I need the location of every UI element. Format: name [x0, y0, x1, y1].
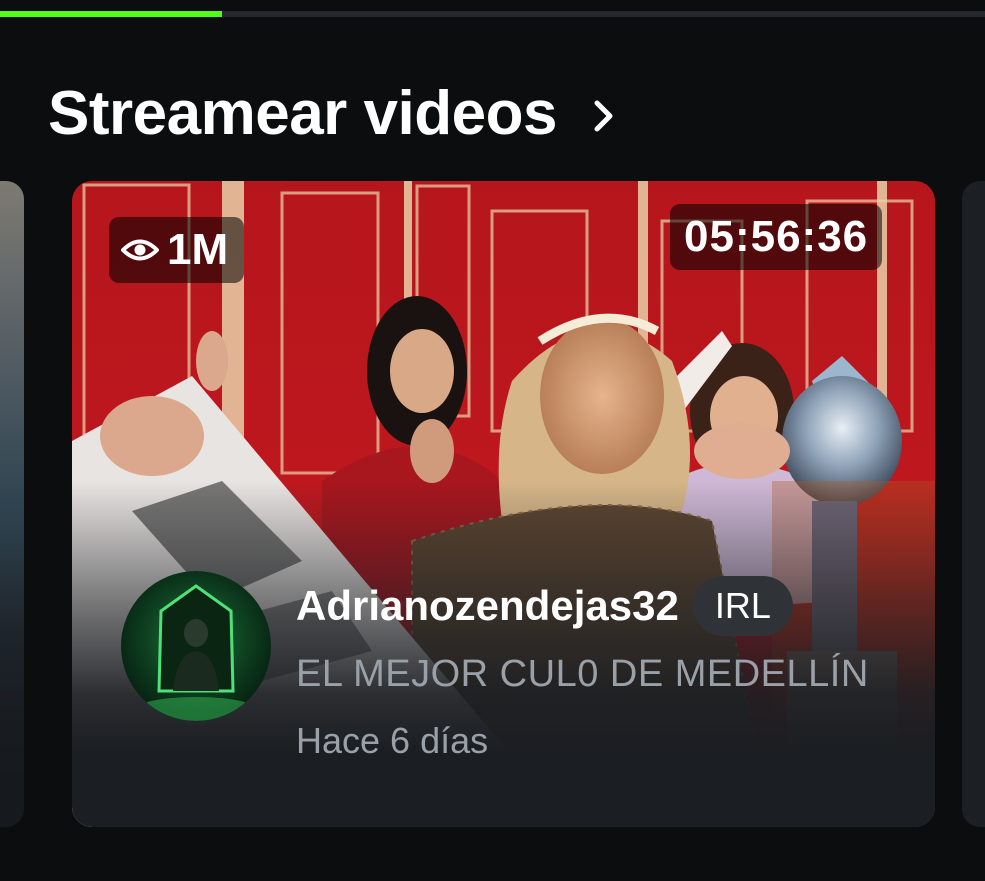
chevron-right-icon[interactable]	[593, 99, 615, 133]
views-count: 1M	[167, 225, 229, 274]
previous-card-fade	[0, 536, 24, 827]
next-video-card[interactable]	[962, 181, 985, 827]
section-header[interactable]: Streamear videos	[48, 78, 615, 150]
previous-video-card[interactable]	[0, 181, 24, 827]
top-progress-fill	[0, 11, 222, 17]
avatar-image	[121, 571, 271, 721]
section-title[interactable]: Streamear videos	[48, 78, 557, 150]
channel-row: Adrianozendejas32 IRL	[296, 571, 916, 641]
channel-avatar[interactable]	[121, 571, 271, 721]
views-badge: 1M	[109, 217, 245, 283]
top-progress-bar	[0, 11, 985, 17]
video-date: Hace 6 días	[296, 720, 489, 761]
duration-text: 05:56:36	[684, 212, 869, 261]
video-card[interactable]: 1M 05:56:36 Adrianozendejas32 IRL EL MEJ…	[72, 181, 935, 827]
duration-badge: 05:56:36	[670, 204, 883, 270]
channel-name[interactable]: Adrianozendejas32	[296, 582, 679, 630]
video-title[interactable]: EL MEJOR CUL0 DE MEDELLÍN	[296, 647, 896, 701]
video-info[interactable]: Adrianozendejas32 IRL EL MEJOR CUL0 DE M…	[296, 571, 916, 763]
category-tag[interactable]: IRL	[692, 576, 793, 636]
eye-icon	[121, 239, 159, 261]
